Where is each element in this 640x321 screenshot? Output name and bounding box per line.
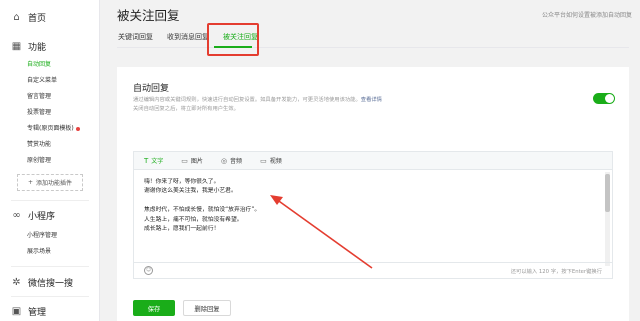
grid-icon: ▦ [11,40,22,52]
tool-image[interactable]: ▭ 图片 [181,156,203,166]
plus-icon: + [27,179,33,186]
auto-reply-card: 自动回复 通过编辑内容或关键词规则，快速进行自动回复设置。如具备开发能力，可更灵… [117,67,629,321]
image-icon: ▭ [181,156,188,165]
tool-text-label: 文字 [151,158,164,165]
page-scrollbar[interactable] [635,0,640,321]
link-icon: ∞ [12,209,21,221]
nav-home-label: 首页 [28,13,47,24]
tabs-divider [117,47,629,48]
desc-line2: 关闭自动回复之后，将立即对所有用户生效。 [133,106,239,112]
editor-scroll-thumb[interactable] [605,174,610,212]
sidebar-item-albums[interactable]: 专辑(原页面模板) [27,124,80,134]
annotation-highlight-box [207,23,259,56]
video-icon: ▭ [260,156,267,165]
nav-home[interactable]: ⌂ 首页 [11,9,46,25]
nav-features[interactable]: ▦ 功能 [11,38,46,54]
divider [11,266,89,267]
nav-wechat-search[interactable]: ✲ 微信搜一搜 [11,274,73,290]
text-icon: T [144,156,149,165]
tool-audio[interactable]: ◎ 音频 [220,156,243,166]
auto-reply-title: 自动回复 [133,84,170,94]
new-badge-dot [75,126,80,131]
desc-line1: 通过编辑内容或关键词规则，快速进行自动回复设置。如具备开发能力，可更灵活地使用该… [133,97,361,103]
home-icon: ⌂ [13,11,20,23]
tool-video-label: 视频 [269,158,282,165]
sidebar-item-scenes[interactable]: 展示场景 [27,247,51,257]
tool-audio-label: 音频 [230,158,243,165]
sidebar-item-votes[interactable]: 投票管理 [27,108,51,118]
nav-features-label: 功能 [28,42,47,53]
details-link[interactable]: 查看详情 [361,97,382,103]
reply-editor: T 文字 ▭ 图片 ◎ 音频 ▭ 视频 嗨！你来了呀，等你很久了。 谢谢你这么美… [133,151,613,279]
tool-image-label: 图片 [190,158,203,165]
page-title: 被关注回复 [117,8,180,23]
nav-wechat-search-label: 微信搜一搜 [28,278,74,289]
nav-miniprogram[interactable]: ∞ 小程序 [11,207,55,223]
auto-reply-description: 通过编辑内容或关键词规则，快速进行自动回复设置。如具备开发能力，可更灵活地使用该… [133,96,463,114]
divider [11,200,89,201]
save-button[interactable]: 保存 [133,300,175,316]
sidebar-item-custom-menu[interactable]: 自定义菜单 [27,76,57,86]
editor-scrollbar[interactable] [605,172,610,266]
sidebar-item-auto-reply[interactable]: 自动回复 [27,60,51,70]
sidebar-item-mini-manage[interactable]: 小程序管理 [27,231,57,241]
emoji-icon[interactable]: ☺ [144,266,153,275]
divider [11,296,89,297]
sidebar-item-reward[interactable]: 赞赏功能 [27,140,51,150]
audio-icon: ◎ [220,156,228,165]
delete-reply-button[interactable]: 删除回复 [183,300,231,316]
manage-icon: ▣ [11,305,22,317]
add-plugin-button[interactable]: + 添加功能插件 [17,174,83,191]
nav-manage[interactable]: ▣ 管理 [11,303,46,319]
editor-toolbar: T 文字 ▭ 图片 ◎ 音频 ▭ 视频 [134,152,612,170]
char-count-hint: 还可以输入 120 字，按下Enter键换行 [510,269,602,275]
sidebar-item-original[interactable]: 原创管理 [27,156,51,166]
editor-footer: ☺ 还可以输入 120 字，按下Enter键换行 [134,262,612,278]
nav-manage-label: 管理 [28,307,47,318]
tool-text[interactable]: T 文字 [144,156,164,166]
nav-miniprogram-label: 小程序 [28,211,56,222]
add-plugin-label: 添加功能插件 [36,180,73,187]
tool-video[interactable]: ▭ 视频 [260,156,282,166]
sidebar-item-albums-label: 专辑(原页面模板) [27,125,74,132]
auto-reply-toggle[interactable] [593,93,615,104]
sparkle-icon: ✲ [12,276,21,288]
sidebar-item-comments[interactable]: 留言管理 [27,92,51,102]
sidebar: ⌂ 首页 ▦ 功能 自动回复 自定义菜单 留言管理 投票管理 专辑(原页面模板)… [0,0,100,321]
help-link[interactable]: 公众平台如何设置被添加自动回复 [542,10,632,19]
reply-content-textarea[interactable]: 嗨！你来了呀，等你很久了。 谢谢你这么美关注我，我是小艺君。 焦虑时代，不怕成长… [144,178,260,234]
